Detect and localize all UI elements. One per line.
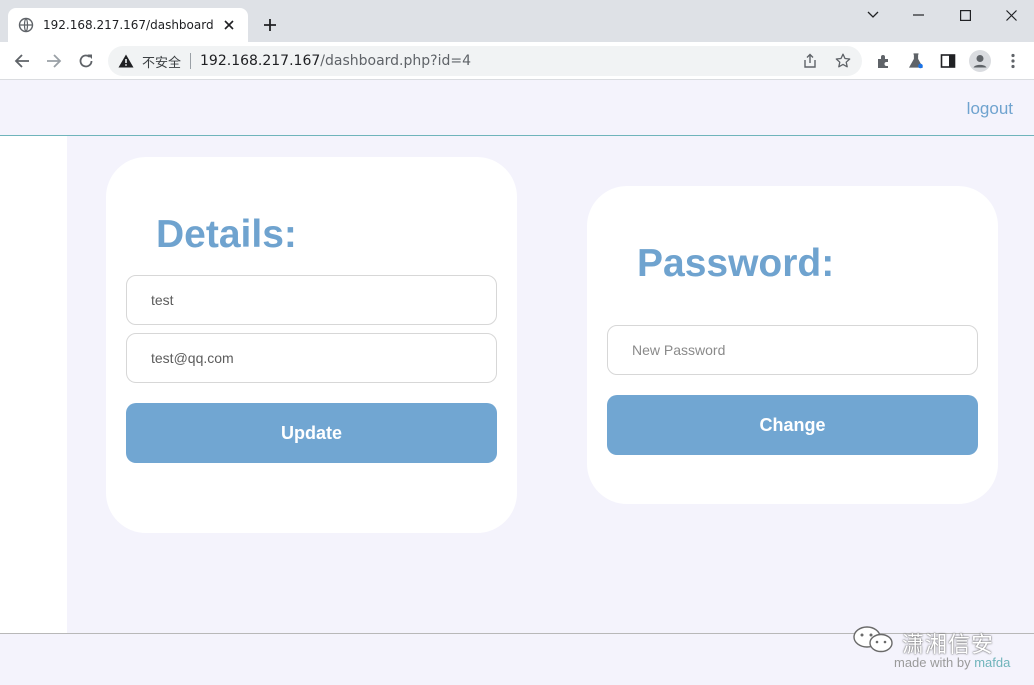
window-close-icon[interactable] (997, 4, 1025, 26)
back-icon[interactable] (11, 50, 33, 72)
profile-icon[interactable] (969, 50, 991, 72)
watermark-text: 潇湘信安 (902, 632, 995, 658)
username-field[interactable] (126, 275, 497, 325)
page-header: logout (0, 80, 1034, 136)
main-content: Details: Update Password: Change (67, 136, 1034, 633)
password-card: Password: Change (587, 186, 998, 504)
star-icon[interactable] (835, 53, 851, 69)
change-button[interactable]: Change (607, 395, 978, 455)
maximize-icon[interactable] (951, 4, 979, 26)
details-title: Details: (156, 213, 297, 256)
share-icon[interactable] (802, 53, 818, 69)
email-field[interactable] (126, 333, 497, 383)
new-tab-icon[interactable] (260, 15, 280, 35)
warning-icon[interactable] (118, 53, 134, 69)
globe-icon (18, 17, 34, 33)
url-host: 192.168.217.167 (200, 53, 321, 69)
address-separator (190, 53, 192, 69)
browser-toolbar: 不安全 192.168.217.167 /dashboard.php?id=4 (0, 42, 1034, 80)
address-bar[interactable]: 不安全 192.168.217.167 /dashboard.php?id=4 (108, 46, 862, 76)
reload-icon[interactable] (75, 50, 97, 72)
made-with-author: mafda (974, 655, 1011, 670)
side-panel-icon[interactable] (939, 52, 957, 70)
made-with-credit: made with by mafda (894, 655, 1010, 670)
security-status[interactable]: 不安全 (142, 52, 181, 71)
made-with-prefix: made with by (894, 655, 975, 670)
sidebar (0, 136, 67, 633)
new-password-field[interactable] (607, 325, 978, 375)
browser-tab[interactable]: 192.168.217.167/dashboard.php?id=4 (8, 8, 248, 42)
password-title: Password: (637, 242, 835, 285)
forward-icon[interactable] (43, 50, 65, 72)
minimize-icon[interactable] (905, 4, 933, 26)
details-card: Details: Update (106, 157, 517, 533)
menu-icon[interactable] (1004, 52, 1022, 70)
browser-titlebar: 192.168.217.167/dashboard.php?id=4 (0, 0, 1034, 42)
tab-close-icon[interactable] (220, 16, 238, 34)
url-path: /dashboard.php?id=4 (320, 53, 471, 69)
labs-icon[interactable] (907, 52, 925, 70)
chevron-down-icon[interactable] (859, 4, 887, 26)
logout-link[interactable]: logout (967, 99, 1013, 119)
tab-title: 192.168.217.167/dashboard.php?id=4 (43, 18, 214, 32)
wechat-icon (852, 625, 896, 660)
update-button[interactable]: Update (126, 403, 497, 463)
extensions-icon[interactable] (875, 52, 893, 70)
